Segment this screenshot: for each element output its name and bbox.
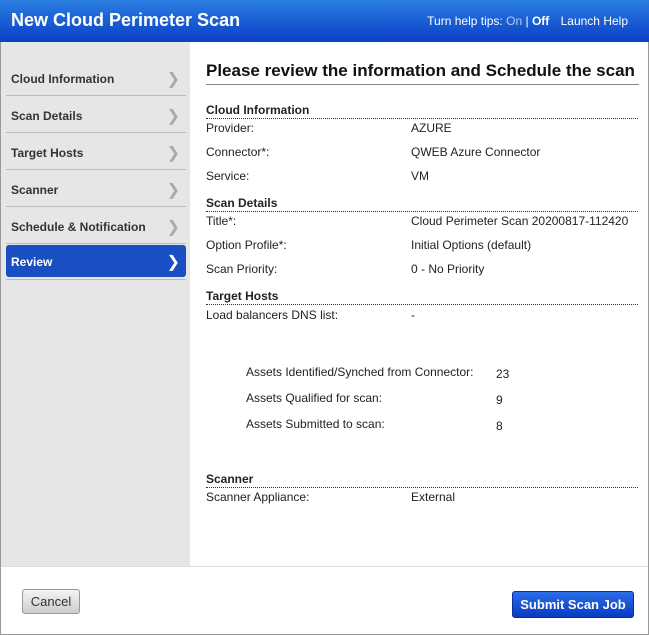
sidebar-item-label: Review — [11, 255, 53, 269]
sidebar-item-label: Scan Details — [11, 109, 83, 123]
lb-dns-label: Load balancers DNS list: — [206, 308, 339, 322]
lb-dns-value: - — [411, 308, 415, 322]
page-title: Please review the information and Schedu… — [206, 61, 639, 85]
scan-priority-label: Scan Priority: — [206, 262, 278, 276]
assets-identified-value: 23 — [496, 367, 510, 381]
section-scanner: Scanner — [206, 472, 638, 488]
help-separator: | — [525, 14, 529, 28]
sidebar-item-scanner[interactable]: Scanner ❯ — [6, 170, 186, 207]
chevron-right-icon: ❯ — [166, 108, 180, 125]
wizard-sidebar: Cloud Information ❯ Scan Details ❯ Target … — [1, 42, 190, 566]
title-value: Cloud Perimeter Scan 20200817-112420 — [411, 214, 629, 228]
option-profile-value: Initial Options (default) — [411, 238, 532, 252]
sidebar-item-review[interactable]: Review ❯ — [6, 245, 186, 277]
service-label: Service: — [206, 169, 250, 183]
connector-value: QWEB Azure Connector — [411, 145, 541, 159]
cancel-button[interactable]: Cancel — [22, 589, 80, 614]
sidebar-item-target-hosts[interactable]: Target Hosts ❯ — [6, 133, 186, 170]
dialog-title: New Cloud Perimeter Scan — [11, 10, 241, 30]
help-controls: Turn help tips: On | Off Launch Help — [427, 14, 628, 28]
connector-label: Connector*: — [206, 145, 270, 159]
title-label: Title*: — [206, 214, 237, 228]
assets-identified-label: Assets Identified/Synched from Connector… — [246, 365, 474, 379]
assets-qualified-value: 9 — [496, 393, 503, 407]
help-tips-off[interactable]: Off — [532, 14, 549, 28]
chevron-right-icon: ❯ — [166, 71, 180, 88]
provider-label: Provider: — [206, 121, 255, 135]
section-cloud-information: Cloud Information — [206, 103, 638, 119]
sidebar-item-label: Cloud Information — [11, 72, 115, 86]
chevron-right-icon: ❯ — [166, 182, 180, 199]
dialog-footer: Cancel Submit Scan Job — [1, 566, 648, 634]
help-tips-on[interactable]: On — [506, 14, 522, 28]
scan-priority-value: 0 - No Priority — [411, 262, 485, 276]
service-value: VM — [411, 169, 429, 183]
dialog-header: New Cloud Perimeter Scan Turn help tips:… — [0, 0, 649, 42]
submit-scan-job-button[interactable]: Submit Scan Job — [512, 591, 634, 618]
sidebar-item-schedule-notification[interactable]: Schedule & Notification ❯ — [6, 207, 186, 244]
sidebar-item-label: Target Hosts — [11, 146, 84, 160]
scanner-appliance-label: Scanner Appliance: — [206, 490, 310, 504]
launch-help-link[interactable]: Launch Help — [561, 14, 628, 28]
sidebar-item-label: Schedule & Notification — [11, 220, 146, 234]
assets-qualified-label: Assets Qualified for scan: — [246, 391, 383, 405]
assets-submitted-label: Assets Submitted to scan: — [246, 417, 385, 431]
provider-value: AZURE — [411, 121, 452, 135]
option-profile-label: Option Profile*: — [206, 238, 287, 252]
assets-submitted-value: 8 — [496, 419, 503, 433]
sidebar-item-cloud-information[interactable]: Cloud Information ❯ — [6, 59, 186, 96]
chevron-right-icon: ❯ — [166, 254, 180, 271]
help-tips-label: Turn help tips: — [427, 14, 503, 28]
section-scan-details: Scan Details — [206, 196, 638, 212]
scanner-appliance-value: External — [411, 490, 456, 504]
sidebar-divider — [6, 279, 186, 280]
sidebar-item-scan-details[interactable]: Scan Details ❯ — [6, 96, 186, 133]
chevron-right-icon: ❯ — [166, 219, 180, 236]
section-target-hosts: Target Hosts — [206, 289, 638, 305]
sidebar-item-label: Scanner — [11, 183, 59, 197]
chevron-right-icon: ❯ — [166, 145, 180, 162]
